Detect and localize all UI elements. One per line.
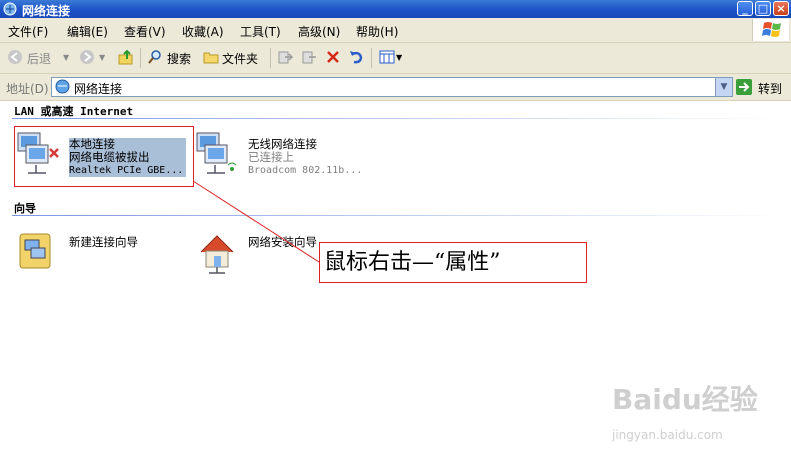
group-header-lan: LAN 或高速 Internet [14,105,134,118]
group-divider [12,118,782,119]
close-button[interactable]: × [773,1,789,16]
network-setup-wizard-icon [200,235,234,274]
views-dropdown-icon[interactable]: ▼ [396,53,402,62]
menu-help[interactable]: 帮助(H) [356,23,398,40]
window-title: 网络连接 [22,4,71,18]
up-folder-icon[interactable] [118,49,134,65]
address-label: 地址(D) [6,82,49,96]
toolbar-separator [270,48,271,68]
go-button[interactable]: 转到 [758,80,782,97]
menu-advanced[interactable]: 高级(N) [298,23,340,40]
group-divider [12,215,782,216]
copy-to-icon[interactable] [301,49,317,65]
search-icon[interactable] [147,49,163,65]
forward-icon[interactable] [79,49,95,65]
undo-icon[interactable] [348,49,364,65]
address-bar: 地址(D) 网络连接 ▼ 转到 [0,74,791,101]
menu-edit[interactable]: 编辑(E) [67,23,108,40]
move-to-icon[interactable] [277,49,293,65]
connection-device: Broadcom 802.11b... [248,165,363,176]
folders-button[interactable]: 文件夹 [222,50,258,67]
network-connections-icon [3,2,17,16]
menu-tools[interactable]: 工具(T) [240,23,281,40]
connection-wireless-text: 无线网络连接 已连接上 Broadcom 802.11b... [248,138,362,177]
baidu-watermark: Baidu经验 [612,383,758,416]
menu-view[interactable]: 查看(V) [124,23,166,40]
wireless-connection-icon [196,132,237,174]
go-arrow-icon[interactable] [736,79,752,95]
menu-file[interactable]: 文件(F) [8,23,48,40]
back-icon[interactable] [7,49,23,65]
forward-dropdown-icon[interactable]: ▼ [99,53,105,62]
back-dropdown-icon[interactable]: ▼ [63,53,69,62]
group-header-wizard: 向导 [14,202,36,215]
title-bar: 网络连接 _ □ × [0,0,791,18]
network-connections-icon [55,79,70,94]
search-button[interactable]: 搜索 [167,50,191,67]
menu-bar: 文件(F) 编辑(E) 查看(V) 收藏(A) 工具(T) 高级(N) 帮助(H… [0,18,791,43]
connection-status: 已连接上 [248,150,294,164]
annotation-highlight-box [14,126,194,187]
wizard-name: 网络安装向导 [248,235,317,249]
delete-icon[interactable] [325,49,341,65]
minimize-button[interactable]: _ [737,1,753,16]
address-value: 网络连接 [74,82,123,96]
toolbar-separator [371,48,372,68]
wizard-name: 新建连接向导 [69,235,138,249]
baidu-watermark-url: jingyan.baidu.com [612,428,723,442]
toolbar: 后退 ▼ ▼ 搜索 文件夹 ▼ [0,43,791,74]
windows-logo [752,19,789,41]
new-connection-wizard-icon [19,233,51,269]
toolbar-separator [140,48,141,68]
maximize-button[interactable]: □ [755,1,771,16]
folders-icon[interactable] [203,49,219,65]
views-icon[interactable] [379,49,395,65]
menu-favorites[interactable]: 收藏(A) [182,23,224,40]
address-field[interactable]: 网络连接 ▼ [51,77,733,97]
address-dropdown-button[interactable]: ▼ [715,78,732,96]
back-button[interactable]: 后退 [27,50,51,67]
annotation-callout: 鼠标右击—“属性” [319,242,587,283]
